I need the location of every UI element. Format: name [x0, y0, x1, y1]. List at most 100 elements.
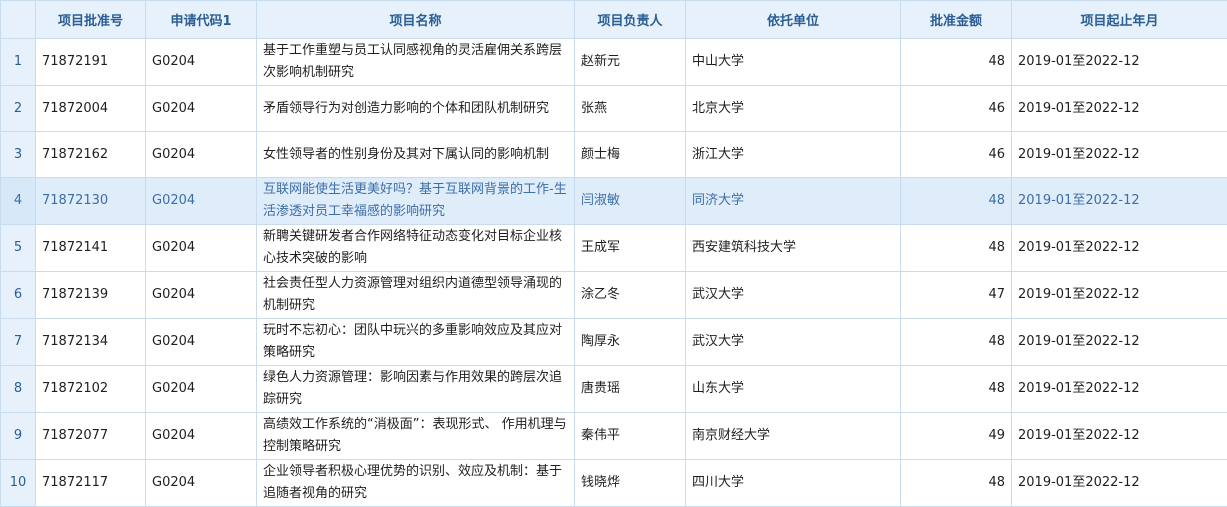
period-cell: 2019-01至2022-12 — [1012, 132, 1227, 178]
approval-no-cell: 71872139 — [36, 272, 146, 319]
project-name-cell: 高绩效工作系统的“消极面”：表现形式、 作用机理与控制策略研究 — [257, 413, 575, 460]
column-header-leader[interactable]: 项目负责人 — [575, 1, 686, 39]
leader-cell: 张燕 — [575, 86, 686, 132]
period-cell: 2019-01至2022-12 — [1012, 225, 1227, 272]
project-name-cell: 女性领导者的性别身份及其对下属认同的影响机制 — [257, 132, 575, 178]
leader-cell: 颜士梅 — [575, 132, 686, 178]
project-name-cell: 玩时不忘初心：团队中玩兴的多重影响效应及其应对策略研究 — [257, 319, 575, 366]
approval-no-cell: 71872117 — [36, 460, 146, 507]
approval-no-cell: 71872134 — [36, 319, 146, 366]
approval-no-cell: 71872102 — [36, 366, 146, 413]
row-number: 4 — [1, 178, 36, 225]
unit-cell: 南京财经大学 — [686, 413, 901, 460]
table-row[interactable]: 8 71872102 G0204 绿色人力资源管理：影响因素与作用效果的跨层次追… — [1, 366, 1227, 413]
column-header-amount[interactable]: 批准金额 — [901, 1, 1012, 39]
unit-cell: 西安建筑科技大学 — [686, 225, 901, 272]
period-cell: 2019-01至2022-12 — [1012, 319, 1227, 366]
leader-cell: 王成军 — [575, 225, 686, 272]
leader-cell: 秦伟平 — [575, 413, 686, 460]
leader-cell: 钱晓烨 — [575, 460, 686, 507]
row-number: 3 — [1, 132, 36, 178]
period-cell: 2019-01至2022-12 — [1012, 178, 1227, 225]
table-header-row: 项目批准号 申请代码1 项目名称 项目负责人 依托单位 批准金额 项目起止年月 — [1, 1, 1227, 39]
project-name-cell: 互联网能使生活更美好吗？基于互联网背景的工作-生活渗透对员工幸福感的影响研究 — [257, 178, 575, 225]
code-cell: G0204 — [146, 225, 257, 272]
table-row[interactable]: 10 71872117 G0204 企业领导者积极心理优势的识别、效应及机制：基… — [1, 460, 1227, 507]
table-row-selected[interactable]: 4 71872130 G0204 互联网能使生活更美好吗？基于互联网背景的工作-… — [1, 178, 1227, 225]
code-cell: G0204 — [146, 178, 257, 225]
approval-no-cell: 71872130 — [36, 178, 146, 225]
unit-cell: 武汉大学 — [686, 272, 901, 319]
project-table: 项目批准号 申请代码1 项目名称 项目负责人 依托单位 批准金额 项目起止年月 … — [0, 0, 1227, 507]
approval-no-cell: 71872191 — [36, 39, 146, 86]
approval-no-cell: 71872077 — [36, 413, 146, 460]
leader-cell: 闫淑敏 — [575, 178, 686, 225]
period-cell: 2019-01至2022-12 — [1012, 366, 1227, 413]
unit-cell: 山东大学 — [686, 366, 901, 413]
row-number: 6 — [1, 272, 36, 319]
project-name-cell: 社会责任型人力资源管理对组织内道德型领导涌现的机制研究 — [257, 272, 575, 319]
period-cell: 2019-01至2022-12 — [1012, 460, 1227, 507]
period-cell: 2019-01至2022-12 — [1012, 272, 1227, 319]
amount-cell: 46 — [901, 86, 1012, 132]
row-number: 7 — [1, 319, 36, 366]
row-number: 10 — [1, 460, 36, 507]
row-number: 9 — [1, 413, 36, 460]
table-row[interactable]: 1 71872191 G0204 基于工作重塑与员工认同感视角的灵活雇佣关系跨层… — [1, 39, 1227, 86]
column-header-project-name[interactable]: 项目名称 — [257, 1, 575, 39]
unit-cell: 中山大学 — [686, 39, 901, 86]
amount-cell: 47 — [901, 272, 1012, 319]
approval-no-cell: 71872141 — [36, 225, 146, 272]
code-cell: G0204 — [146, 132, 257, 178]
unit-cell: 北京大学 — [686, 86, 901, 132]
project-name-cell: 绿色人力资源管理：影响因素与作用效果的跨层次追踪研究 — [257, 366, 575, 413]
code-cell: G0204 — [146, 319, 257, 366]
table-row[interactable]: 5 71872141 G0204 新聘关键研发者合作网络特征动态变化对目标企业核… — [1, 225, 1227, 272]
code-cell: G0204 — [146, 413, 257, 460]
column-header-approval-no[interactable]: 项目批准号 — [36, 1, 146, 39]
column-header-unit[interactable]: 依托单位 — [686, 1, 901, 39]
row-number: 1 — [1, 39, 36, 86]
amount-cell: 49 — [901, 413, 1012, 460]
approval-no-cell: 71872004 — [36, 86, 146, 132]
amount-cell: 46 — [901, 132, 1012, 178]
code-cell: G0204 — [146, 86, 257, 132]
table-body: 1 71872191 G0204 基于工作重塑与员工认同感视角的灵活雇佣关系跨层… — [1, 39, 1227, 507]
row-number-header — [1, 1, 36, 39]
period-cell: 2019-01至2022-12 — [1012, 86, 1227, 132]
table-row[interactable]: 6 71872139 G0204 社会责任型人力资源管理对组织内道德型领导涌现的… — [1, 272, 1227, 319]
unit-cell: 武汉大学 — [686, 319, 901, 366]
unit-cell: 四川大学 — [686, 460, 901, 507]
leader-cell: 涂乙冬 — [575, 272, 686, 319]
period-cell: 2019-01至2022-12 — [1012, 413, 1227, 460]
amount-cell: 48 — [901, 225, 1012, 272]
project-name-cell: 基于工作重塑与员工认同感视角的灵活雇佣关系跨层次影响机制研究 — [257, 39, 575, 86]
leader-cell: 赵新元 — [575, 39, 686, 86]
project-name-cell: 企业领导者积极心理优势的识别、效应及机制：基于追随者视角的研究 — [257, 460, 575, 507]
amount-cell: 48 — [901, 366, 1012, 413]
project-name-cell: 矛盾领导行为对创造力影响的个体和团队机制研究 — [257, 86, 575, 132]
amount-cell: 48 — [901, 319, 1012, 366]
row-number: 2 — [1, 86, 36, 132]
amount-cell: 48 — [901, 178, 1012, 225]
leader-cell: 唐贵瑶 — [575, 366, 686, 413]
table-row[interactable]: 2 71872004 G0204 矛盾领导行为对创造力影响的个体和团队机制研究 … — [1, 86, 1227, 132]
amount-cell: 48 — [901, 39, 1012, 86]
period-cell: 2019-01至2022-12 — [1012, 39, 1227, 86]
column-header-code[interactable]: 申请代码1 — [146, 1, 257, 39]
approval-no-cell: 71872162 — [36, 132, 146, 178]
row-number: 8 — [1, 366, 36, 413]
table-row[interactable]: 7 71872134 G0204 玩时不忘初心：团队中玩兴的多重影响效应及其应对… — [1, 319, 1227, 366]
row-number: 5 — [1, 225, 36, 272]
unit-cell: 浙江大学 — [686, 132, 901, 178]
amount-cell: 48 — [901, 460, 1012, 507]
table-row[interactable]: 3 71872162 G0204 女性领导者的性别身份及其对下属认同的影响机制 … — [1, 132, 1227, 178]
code-cell: G0204 — [146, 272, 257, 319]
table-row[interactable]: 9 71872077 G0204 高绩效工作系统的“消极面”：表现形式、 作用机… — [1, 413, 1227, 460]
code-cell: G0204 — [146, 460, 257, 507]
unit-cell: 同济大学 — [686, 178, 901, 225]
column-header-period[interactable]: 项目起止年月 — [1012, 1, 1227, 39]
project-name-cell: 新聘关键研发者合作网络特征动态变化对目标企业核心技术突破的影响 — [257, 225, 575, 272]
code-cell: G0204 — [146, 39, 257, 86]
leader-cell: 陶厚永 — [575, 319, 686, 366]
